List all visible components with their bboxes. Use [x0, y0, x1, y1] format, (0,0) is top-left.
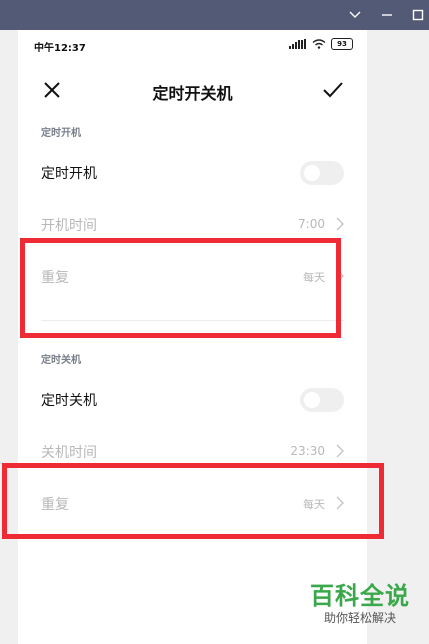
power-off-time-value: 23:30: [290, 444, 325, 458]
maximize-icon[interactable]: [409, 6, 427, 24]
top-bar: 定时开关机: [18, 70, 367, 110]
page-title: 定时开关机: [152, 84, 233, 103]
toggle-knob: [304, 392, 320, 408]
toggle-knob: [304, 165, 320, 181]
power-on-time-value: 7:00: [298, 217, 325, 231]
highlight-box-power-on-repeat: [20, 238, 341, 338]
status-icons: 93: [289, 38, 353, 50]
window-title-bar: [0, 0, 429, 30]
power-off-toggle-row[interactable]: 定时关机: [18, 381, 367, 417]
battery-icon: 93: [331, 38, 353, 50]
signal-icon: [289, 39, 306, 49]
status-bar: 中午12:37 93: [18, 30, 367, 62]
status-time: 中午12:37: [34, 43, 86, 54]
section-label-power-on: 定时开机: [41, 128, 81, 139]
highlight-box-power-off-repeat: [2, 463, 384, 539]
power-on-time-label: 开机时间: [41, 218, 97, 234]
power-on-toggle-label: 定时开机: [41, 166, 97, 182]
watermark-title: 百科全说: [310, 582, 410, 610]
power-off-toggle[interactable]: [300, 388, 344, 412]
power-on-time-row[interactable]: 开机时间 7:00: [18, 206, 367, 242]
power-on-toggle-row[interactable]: 定时开机: [18, 154, 367, 190]
watermark-subtitle: 助你轻松解决: [323, 611, 396, 625]
wifi-icon: [312, 39, 326, 49]
chevron-right-icon: [336, 444, 344, 458]
chevron-down-icon[interactable]: [346, 6, 364, 24]
section-label-power-off: 定时关机: [41, 355, 81, 366]
watermark-logo: 百科全说 助你轻松解决: [300, 582, 420, 626]
power-off-toggle-label: 定时关机: [41, 393, 97, 409]
minimize-icon[interactable]: [378, 6, 396, 24]
check-icon[interactable]: [321, 78, 345, 102]
power-off-time-label: 关机时间: [41, 445, 97, 461]
power-on-toggle[interactable]: [300, 161, 344, 185]
chevron-right-icon: [336, 217, 344, 231]
